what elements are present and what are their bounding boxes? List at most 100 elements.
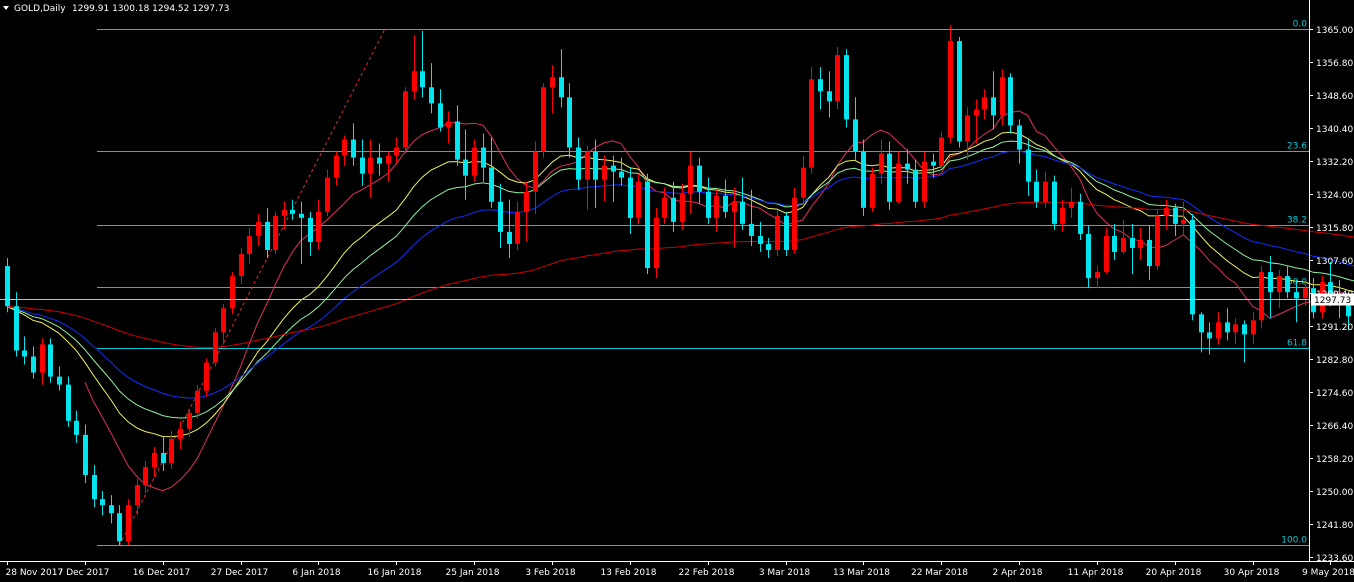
candle-body bbox=[550, 77, 555, 88]
price-tick-label: 1332.20 bbox=[1316, 158, 1353, 168]
price-tick-label: 1340.40 bbox=[1316, 125, 1353, 135]
candle-body bbox=[1069, 201, 1074, 208]
candle bbox=[957, 37, 962, 148]
candle-body bbox=[178, 428, 183, 439]
candle-body bbox=[905, 163, 910, 170]
candle bbox=[273, 211, 278, 255]
time-tick-label: 25 Jan 2018 bbox=[446, 568, 500, 578]
time-tick-label: 9 May 2018 bbox=[1302, 568, 1354, 578]
candle-body bbox=[991, 97, 996, 116]
candle-body bbox=[1251, 320, 1256, 335]
candle-body bbox=[1268, 272, 1273, 293]
candle bbox=[403, 87, 408, 154]
candle-body bbox=[282, 209, 287, 216]
candle-body bbox=[749, 223, 754, 236]
candle-body bbox=[117, 513, 122, 542]
candle-body bbox=[1000, 77, 1005, 116]
price-tick-label: 1233.60 bbox=[1316, 554, 1353, 564]
candle-body bbox=[230, 276, 235, 309]
candle bbox=[541, 83, 546, 158]
candle-body bbox=[152, 452, 157, 467]
candle-body bbox=[680, 193, 685, 222]
candle-body bbox=[1034, 181, 1039, 202]
candle-body bbox=[965, 115, 970, 142]
candle-body bbox=[654, 217, 659, 269]
candle bbox=[844, 49, 849, 128]
candle-body bbox=[221, 308, 226, 333]
candle-body bbox=[5, 266, 10, 307]
candle-body bbox=[809, 79, 814, 168]
candle-body bbox=[879, 153, 884, 174]
candle-body bbox=[265, 221, 270, 251]
time-tick-label: 16 Jan 2018 bbox=[368, 568, 422, 578]
candle-body bbox=[74, 420, 79, 435]
candle bbox=[1259, 266, 1264, 329]
candle-body bbox=[386, 155, 391, 164]
candle-body bbox=[368, 157, 373, 174]
candle-body bbox=[913, 169, 918, 202]
candle-body bbox=[982, 97, 987, 110]
candle-body bbox=[948, 41, 953, 138]
candle bbox=[126, 499, 131, 546]
candle-body bbox=[1199, 314, 1204, 333]
candle-body bbox=[1121, 237, 1126, 253]
candle-body bbox=[1233, 324, 1238, 333]
candle bbox=[213, 328, 218, 367]
price-tick-label: 1258.20 bbox=[1316, 455, 1353, 465]
candle-body bbox=[541, 87, 546, 152]
candle-body bbox=[645, 181, 650, 269]
chart-header: GOLD,Daily 1299.91 1300.18 1294.52 1297.… bbox=[3, 4, 229, 14]
candle-body bbox=[334, 155, 339, 178]
candle-body bbox=[472, 147, 477, 176]
candle-body bbox=[1026, 149, 1031, 182]
candle-body bbox=[784, 215, 789, 251]
fib-level-label: 50.0 bbox=[1287, 278, 1307, 288]
fib-level-label: 0.0 bbox=[1293, 20, 1308, 30]
candle-body bbox=[135, 485, 140, 506]
candle-body bbox=[1130, 237, 1135, 248]
candle-body bbox=[775, 215, 780, 251]
candle bbox=[1155, 209, 1160, 271]
candle-body bbox=[1277, 276, 1282, 293]
candle-body bbox=[827, 91, 832, 102]
time-tick-label: 22 Mar 2018 bbox=[911, 568, 968, 578]
candle bbox=[230, 272, 235, 315]
candle-body bbox=[1259, 272, 1264, 321]
candle-body bbox=[714, 195, 719, 218]
candle-body bbox=[1207, 332, 1212, 339]
candle-body bbox=[377, 157, 382, 164]
candle bbox=[948, 24, 953, 144]
candle-body bbox=[1043, 181, 1048, 202]
candle-body bbox=[1112, 235, 1117, 253]
candle-body bbox=[1017, 125, 1022, 150]
price-tick-label: 1282.80 bbox=[1316, 356, 1353, 366]
candle-body bbox=[247, 235, 252, 255]
candle-body bbox=[66, 384, 71, 421]
candle-body bbox=[567, 97, 572, 148]
candle-body bbox=[559, 77, 564, 98]
price-tick-label: 1241.80 bbox=[1316, 521, 1353, 531]
candle-body bbox=[1155, 215, 1160, 267]
candle-body bbox=[515, 211, 520, 244]
candle-body bbox=[1216, 322, 1221, 339]
candle-body bbox=[22, 350, 27, 357]
candle bbox=[870, 167, 875, 212]
candle-body bbox=[169, 438, 174, 463]
candle-body bbox=[792, 197, 797, 251]
candle-body bbox=[83, 434, 88, 476]
candle-body bbox=[1078, 201, 1083, 234]
candle-body bbox=[57, 376, 62, 385]
time-tick-label: 6 Jan 2018 bbox=[292, 568, 340, 578]
candle bbox=[5, 258, 10, 313]
candle-body bbox=[1095, 272, 1100, 279]
time-tick-label: 20 Apr 2018 bbox=[1146, 568, 1202, 578]
candle bbox=[835, 47, 840, 110]
candle-body bbox=[1147, 239, 1152, 267]
candle-body bbox=[109, 505, 114, 514]
candle-body bbox=[801, 167, 806, 198]
price-tick-label: 1307.60 bbox=[1316, 257, 1353, 267]
candle-body bbox=[412, 71, 417, 92]
candle-body bbox=[1181, 219, 1186, 224]
candle-body bbox=[740, 201, 745, 224]
candle-body bbox=[957, 41, 962, 142]
